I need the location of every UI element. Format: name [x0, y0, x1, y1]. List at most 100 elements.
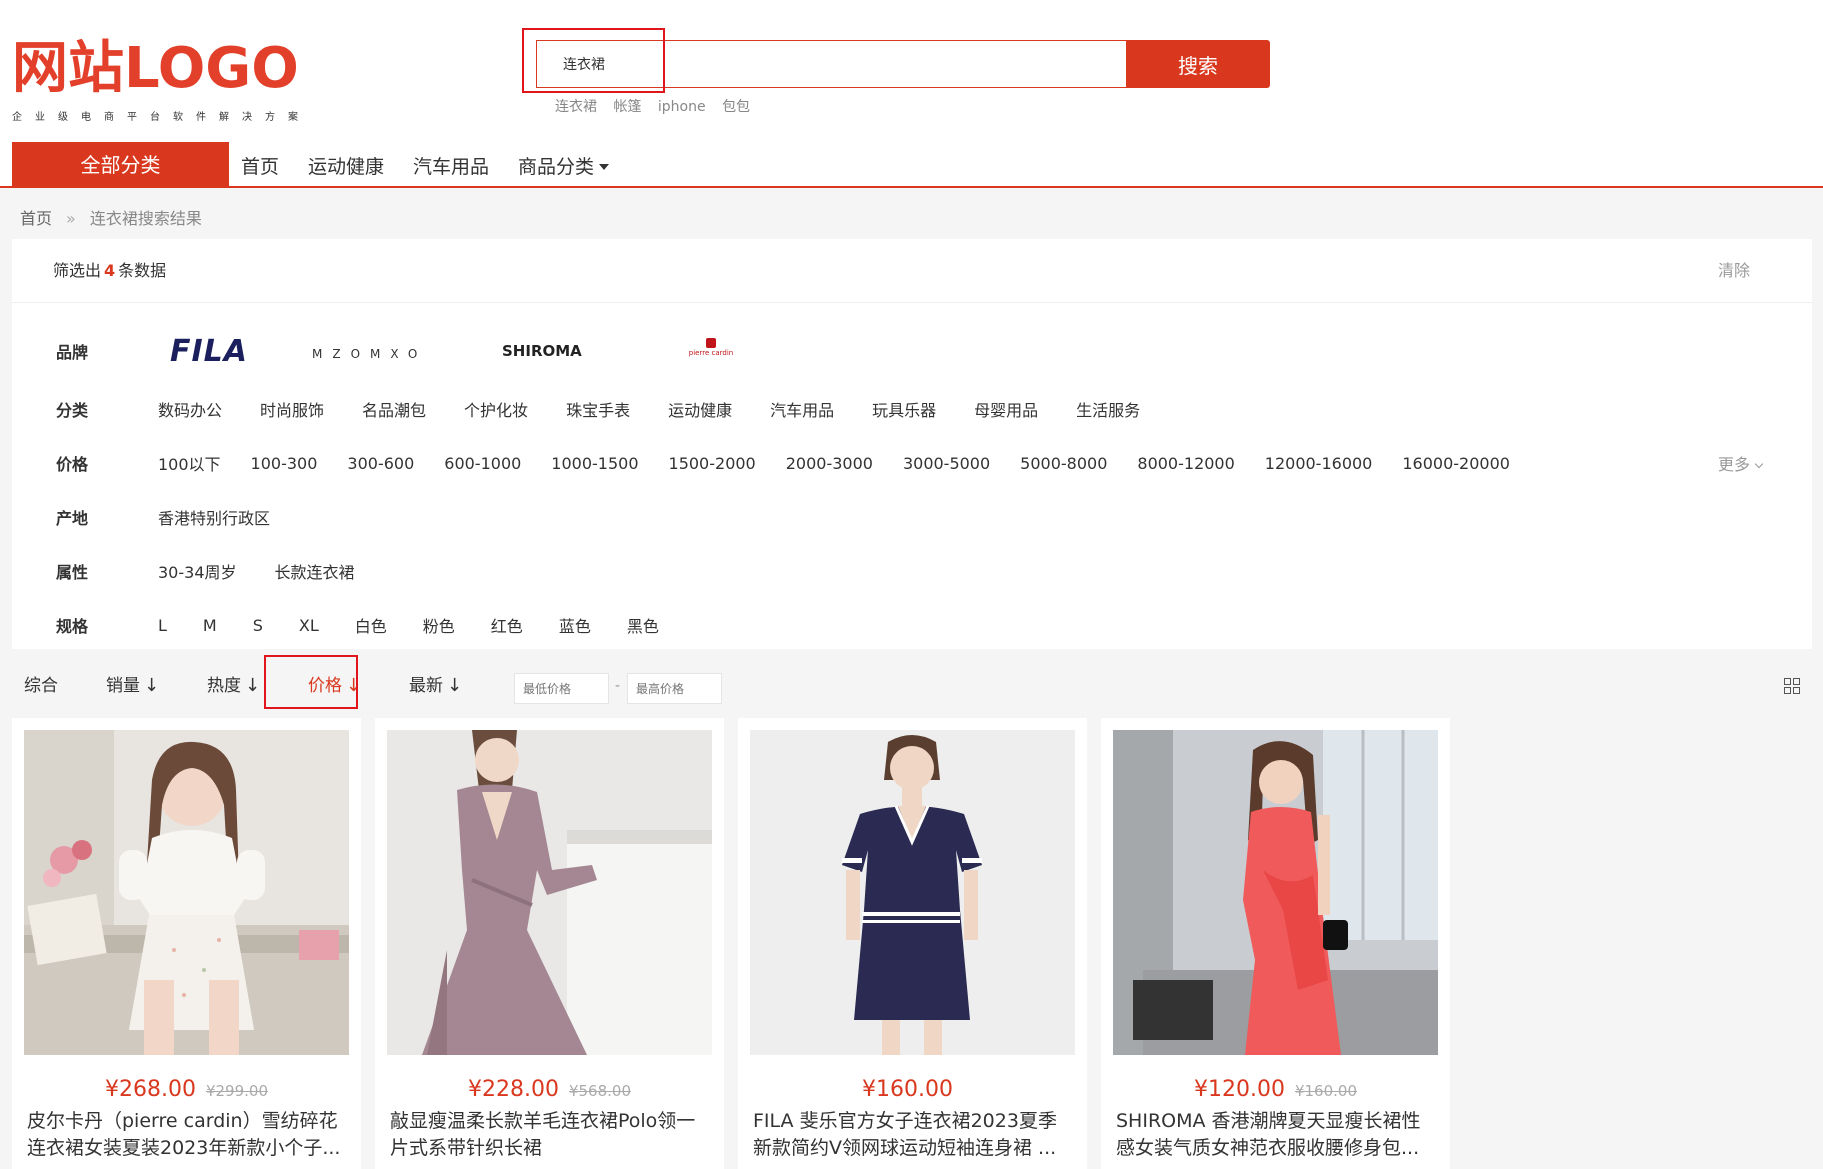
sort-arrow-icon: ↓	[447, 675, 463, 696]
site-logo[interactable]: 网站LOGO 企业级电商平台软件解决方案	[12, 36, 311, 126]
product-card[interactable]: ¥268.00 ¥299.00 皮尔卡丹（pierre cardin）雪纺碎花 连…	[12, 718, 361, 1169]
sort-popularity[interactable]: 热度 ↓	[207, 660, 260, 712]
spec-option[interactable]: L	[158, 616, 167, 635]
product-image[interactable]	[1113, 730, 1438, 1055]
category-option[interactable]: 时尚服饰	[260, 397, 324, 421]
product-title[interactable]: 皮尔卡丹（pierre cardin）雪纺碎花 连衣裙女装夏装2023年新款小个…	[27, 1108, 347, 1162]
brand-mzomxo[interactable]: MZOMXO	[312, 342, 427, 363]
price-option[interactable]: 2000-3000	[786, 454, 873, 473]
price-label: 价格	[56, 455, 89, 474]
brand-shiroma-logo: SHIROMA	[502, 342, 582, 360]
category-option[interactable]: 个护化妆	[464, 397, 528, 421]
hot-word[interactable]: iphone	[658, 99, 706, 115]
price-option[interactable]: 100-300	[251, 454, 318, 473]
breadcrumb-separator: »	[66, 209, 76, 228]
chevron-down-icon	[1754, 459, 1764, 469]
nav-item-categories[interactable]: 商品分类	[518, 152, 610, 179]
spec-row: 规格 L M S XL 白色 粉色 红色 蓝色 黑色	[12, 605, 1812, 645]
sort-newest[interactable]: 最新 ↓	[409, 660, 462, 712]
category-option[interactable]: 数码办公	[158, 397, 222, 421]
product-image[interactable]	[24, 730, 349, 1055]
price-option[interactable]: 100以下	[158, 451, 221, 475]
product-card[interactable]: ¥228.00 ¥568.00 敲显瘦温柔长款羊毛连衣裙Polo领一 片式系带针织…	[375, 718, 724, 1169]
sort-popularity-label: 热度	[207, 676, 241, 696]
search-highlight-box	[522, 28, 665, 93]
spec-option[interactable]: 蓝色	[559, 613, 591, 637]
logo-slogan: 企业级电商平台软件解决方案	[12, 112, 311, 123]
hot-word[interactable]: 帐篷	[613, 99, 641, 115]
main-nav: 全部分类 首页 运动健康 汽车用品 商品分类	[12, 142, 1823, 188]
nav-item-sports[interactable]: 运动健康	[308, 152, 384, 179]
product-title[interactable]: SHIROMA 香港潮牌夏天显瘦长裙性 感女装气质女神范衣服收腰修身包...	[1116, 1108, 1436, 1162]
product-title-line: FILA 斐乐官方女子连衣裙2023夏季	[753, 1110, 1057, 1132]
sort-arrow-icon: ↓	[245, 675, 261, 696]
price-option[interactable]: 16000-20000	[1402, 454, 1510, 473]
price-option[interactable]: 8000-12000	[1137, 454, 1234, 473]
sort-highlight-box	[264, 655, 358, 709]
grid-view-icon[interactable]	[1784, 678, 1800, 694]
max-price-input[interactable]	[627, 673, 722, 704]
brand-fila[interactable]: FILA	[170, 334, 280, 369]
spec-option[interactable]: 红色	[491, 613, 523, 637]
product-image[interactable]	[750, 730, 1075, 1055]
product-old-price: ¥299.00	[205, 1082, 268, 1100]
nav-item-home[interactable]: 首页	[241, 152, 279, 179]
product-price: ¥228.00	[467, 1077, 559, 1102]
attribute-row: 属性 30-34周岁 长款连衣裙	[12, 551, 1812, 591]
category-option[interactable]: 玩具乐器	[872, 397, 936, 421]
attribute-options: 30-34周岁 长款连衣裙	[158, 559, 355, 583]
spec-option[interactable]: M	[203, 616, 217, 635]
price-range-dash: -	[615, 678, 621, 694]
nav-item-auto[interactable]: 汽车用品	[413, 152, 489, 179]
sort-sales[interactable]: 销量 ↓	[106, 660, 159, 712]
price-option[interactable]: 3000-5000	[903, 454, 990, 473]
product-title[interactable]: 敲显瘦温柔长款羊毛连衣裙Polo领一 片式系带针织长裙	[390, 1108, 710, 1162]
spec-option[interactable]: XL	[299, 616, 319, 635]
min-price-input[interactable]	[514, 673, 609, 704]
attribute-option[interactable]: 长款连衣裙	[275, 559, 355, 583]
clear-filter-button[interactable]: 清除	[1718, 239, 1750, 303]
attribute-option[interactable]: 30-34周岁	[158, 559, 237, 583]
product-card[interactable]: ¥160.00 FILA 斐乐官方女子连衣裙2023夏季 新款简约V领网球运动短…	[738, 718, 1087, 1169]
category-label: 分类	[56, 401, 89, 420]
category-option[interactable]: 母婴用品	[974, 397, 1038, 421]
product-card[interactable]: ¥120.00 ¥160.00 SHIROMA 香港潮牌夏天显瘦长裙性 感女装气质…	[1101, 718, 1450, 1169]
spec-option[interactable]: S	[253, 616, 263, 635]
spec-options: L M S XL 白色 粉色 红色 蓝色 黑色	[158, 613, 659, 637]
brand-shiroma[interactable]: SHIROMA	[502, 340, 582, 361]
price-option[interactable]: 600-1000	[444, 454, 521, 473]
price-option[interactable]: 1000-1500	[551, 454, 638, 473]
spec-option[interactable]: 白色	[355, 613, 387, 637]
origin-option[interactable]: 香港特别行政区	[158, 505, 270, 529]
brand-fila-logo: FILA	[170, 334, 248, 369]
product-title[interactable]: FILA 斐乐官方女子连衣裙2023夏季 新款简约V领网球运动短袖连身裙 ...	[753, 1108, 1073, 1162]
sort-default[interactable]: 综合	[24, 660, 58, 712]
category-option[interactable]: 生活服务	[1076, 397, 1140, 421]
product-old-price: ¥568.00	[568, 1082, 631, 1100]
search-button[interactable]: 搜索	[1126, 40, 1270, 88]
price-options: 100以下 100-300 300-600 600-1000 1000-1500…	[158, 451, 1510, 475]
summary-prefix: 筛选出	[53, 261, 102, 280]
product-title-line: SHIROMA 香港潮牌夏天显瘦长裙性	[1116, 1110, 1421, 1132]
sort-arrow-icon: ↓	[144, 675, 160, 696]
summary-suffix: 条数据	[118, 261, 167, 280]
price-option[interactable]: 12000-16000	[1265, 454, 1373, 473]
hot-word[interactable]: 包包	[722, 99, 750, 115]
category-option[interactable]: 汽车用品	[770, 397, 834, 421]
spec-option[interactable]: 黑色	[627, 613, 659, 637]
price-option[interactable]: 300-600	[347, 454, 414, 473]
price-row: 价格 100以下 100-300 300-600 600-1000 1000-1…	[12, 443, 1812, 483]
category-option[interactable]: 珠宝手表	[566, 397, 630, 421]
all-categories-button[interactable]: 全部分类	[12, 142, 229, 188]
price-option[interactable]: 1500-2000	[669, 454, 756, 473]
product-image[interactable]	[387, 730, 712, 1055]
category-option[interactable]: 名品潮包	[362, 397, 426, 421]
hot-word[interactable]: 连衣裙	[555, 99, 597, 115]
price-option[interactable]: 5000-8000	[1020, 454, 1107, 473]
product-price-row: ¥228.00 ¥568.00	[375, 1077, 724, 1102]
breadcrumb-home[interactable]: 首页	[20, 209, 52, 228]
brand-pierre-cardin[interactable]: pierre cardin	[688, 338, 734, 357]
more-button[interactable]: 更多	[1718, 451, 1764, 475]
spec-option[interactable]: 粉色	[423, 613, 455, 637]
category-option[interactable]: 运动健康	[668, 397, 732, 421]
